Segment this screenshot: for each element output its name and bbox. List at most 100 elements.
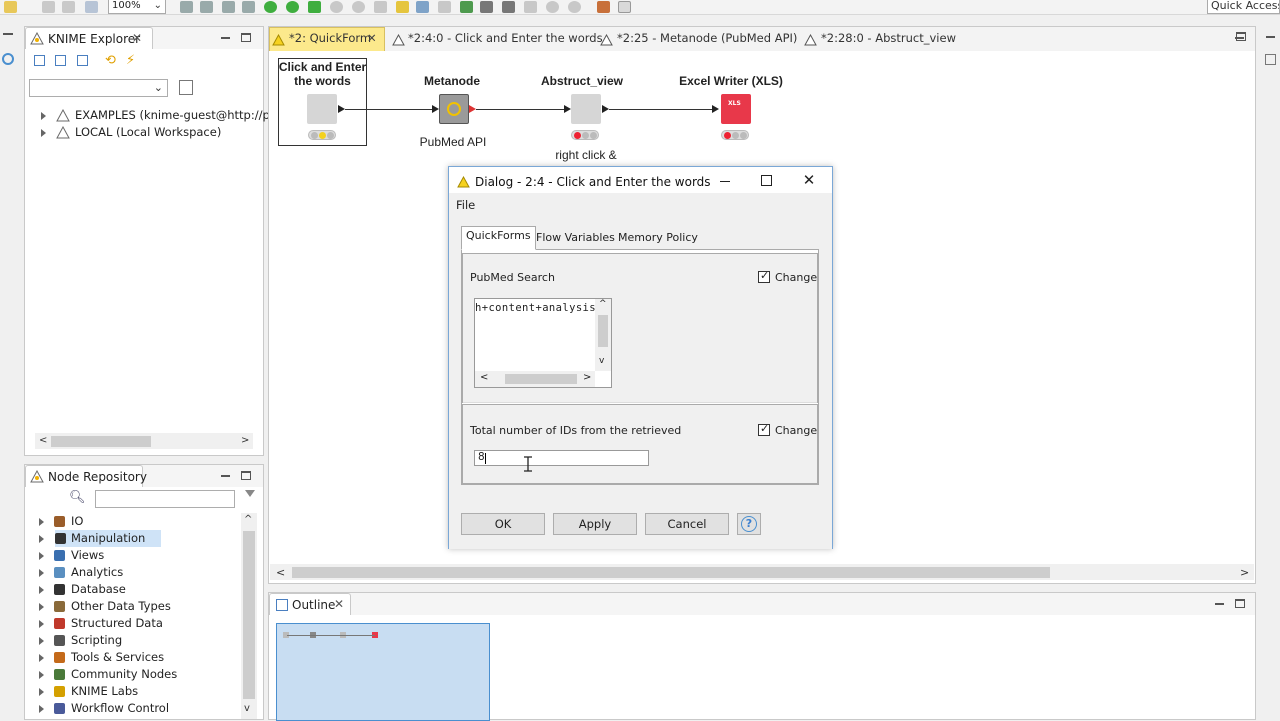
scroll-thumb[interactable] [51, 436, 151, 447]
connect-icon[interactable] [200, 1, 213, 13]
dialog-maximize-button[interactable] [752, 171, 782, 191]
cancel-icon[interactable] [330, 1, 343, 13]
expand-icon[interactable] [39, 637, 44, 645]
maximize-icon[interactable] [241, 33, 251, 42]
tab-flow-variables[interactable]: Flow Variables [532, 229, 619, 249]
scroll-thumb[interactable] [243, 531, 255, 699]
configure-icon[interactable] [396, 1, 409, 13]
expand-all-icon[interactable] [34, 55, 45, 66]
ok-button[interactable]: OK [461, 513, 545, 535]
scroll-down-icon[interactable]: v [244, 703, 250, 714]
scroll-right-icon[interactable]: > [1240, 566, 1249, 579]
dialog-close-button[interactable]: ✕ [794, 171, 824, 191]
output-port[interactable] [338, 105, 345, 113]
sync-icon[interactable]: ⟲ [105, 53, 116, 68]
expand-icon[interactable] [39, 671, 44, 679]
node-metanode[interactable] [439, 94, 469, 124]
expand-icon[interactable] [41, 129, 46, 137]
node-abstruct-view[interactable] [571, 94, 601, 124]
new-icon[interactable] [4, 1, 17, 13]
close-icon[interactable]: ✕ [132, 31, 142, 45]
explorer-hscrollbar[interactable]: < > [35, 433, 253, 449]
link-icon[interactable]: ⚡ [126, 53, 135, 68]
execute-all-icon[interactable] [286, 1, 299, 13]
connection-line[interactable] [345, 109, 432, 110]
configure-mountpoints-icon[interactable] [179, 80, 193, 95]
annotate-icon[interactable] [242, 1, 255, 13]
expand-icon[interactable] [39, 535, 44, 543]
textarea-vscrollbar[interactable]: ^ v [595, 299, 611, 371]
grid-icon[interactable] [460, 1, 473, 13]
expand-icon[interactable] [39, 569, 44, 577]
save-icon[interactable] [42, 1, 55, 13]
expand-icon[interactable] [39, 705, 44, 713]
quick-access-input[interactable]: Quick Access [1207, 0, 1280, 14]
pause-icon[interactable] [546, 1, 559, 13]
explorer-tab[interactable]: KNIME Explorer ✕ [25, 27, 153, 49]
change-checkbox-1[interactable]: ✓ [758, 269, 770, 283]
scroll-up-icon[interactable]: ^ [599, 299, 607, 309]
tab-memory-policy[interactable]: Memory Policy [614, 229, 702, 249]
scroll-right-icon[interactable]: > [583, 372, 591, 383]
scroll-left-icon[interactable]: < [480, 372, 488, 383]
cancel-button[interactable]: Cancel [645, 513, 729, 535]
close-icon[interactable]: ✕ [367, 28, 377, 48]
settings-icon[interactable] [480, 1, 493, 13]
scroll-thumb[interactable] [292, 567, 1050, 578]
change-checkbox-2[interactable]: ✓ [758, 422, 770, 436]
expand-icon[interactable] [39, 518, 44, 526]
pubmed-search-textarea[interactable]: h+content+analysis ^ v < > [474, 298, 612, 388]
close-icon[interactable]: ✕ [334, 597, 344, 611]
scroll-up-icon[interactable]: ^ [244, 514, 252, 525]
scroll-down-icon[interactable]: v [599, 356, 604, 366]
expand-icon[interactable] [39, 654, 44, 662]
node-click-enter[interactable] [307, 94, 337, 124]
save-all-icon[interactable] [85, 1, 98, 13]
collapse-all-icon[interactable] [55, 55, 66, 66]
apply-button[interactable]: Apply [553, 513, 637, 535]
scroll-thumb[interactable] [505, 374, 577, 384]
scroll-thumb[interactable] [598, 315, 608, 347]
outline-viewport[interactable] [276, 623, 490, 721]
maximize-icon[interactable] [1236, 32, 1246, 41]
expand-icon[interactable] [39, 586, 44, 594]
collapse-icon[interactable] [77, 55, 88, 66]
connection-line[interactable] [609, 109, 712, 110]
search-icon[interactable]: 🔍︎ [69, 490, 86, 505]
output-port[interactable] [469, 105, 476, 113]
expand-icon[interactable] [39, 552, 44, 560]
reset-icon[interactable] [374, 1, 387, 13]
explorer-trim-icon[interactable] [2, 53, 14, 65]
execute-icon[interactable] [264, 1, 277, 13]
tab-quickforms[interactable]: QuickForms [461, 226, 536, 250]
scroll-left-icon[interactable]: < [276, 566, 285, 579]
zoom-select[interactable]: 100% ⌄ [108, 0, 166, 14]
step-icon[interactable] [524, 1, 537, 13]
filter-dropdown-icon[interactable] [245, 490, 255, 497]
save-as-icon[interactable] [62, 1, 75, 13]
expand-icon[interactable] [39, 603, 44, 611]
input-port[interactable] [712, 105, 719, 113]
window-icon[interactable] [618, 1, 631, 13]
input-port[interactable] [564, 105, 571, 113]
expand-icon[interactable] [39, 620, 44, 628]
scroll-left-icon[interactable]: < [39, 435, 47, 446]
scroll-right-icon[interactable]: > [241, 435, 249, 446]
menu-file[interactable]: File [456, 198, 475, 212]
textarea-hscrollbar[interactable]: < > [475, 371, 595, 387]
meta-icon[interactable] [502, 1, 515, 13]
mountpoint-select[interactable]: ⌄ [29, 79, 168, 97]
view-icon[interactable] [416, 1, 429, 13]
input-port[interactable] [432, 105, 439, 113]
layout-icon[interactable] [222, 1, 235, 13]
maximize-icon[interactable] [1235, 599, 1245, 608]
help-button[interactable]: ? [737, 513, 761, 535]
restore-icon[interactable] [3, 33, 13, 35]
editor-hscrollbar[interactable]: < > [270, 564, 1254, 580]
outline-tab[interactable]: Outline ✕ [269, 593, 351, 615]
resume-icon[interactable] [568, 1, 581, 13]
dialog-minimize-button[interactable] [710, 171, 740, 191]
console-trim-icon[interactable] [1265, 54, 1276, 65]
tools-icon[interactable] [597, 1, 610, 13]
output-port[interactable] [602, 105, 609, 113]
